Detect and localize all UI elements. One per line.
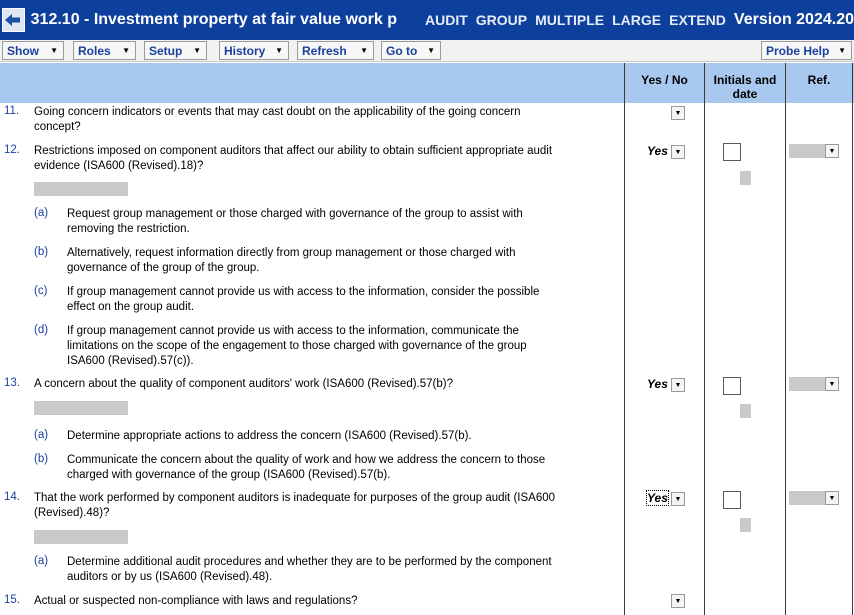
refresh-menu[interactable]: Refresh ▼ [297, 41, 374, 60]
question-number: 14. [4, 491, 20, 503]
question-number: 11. [4, 105, 20, 117]
initials-header-line1: Initials and [713, 73, 777, 87]
date-field[interactable] [740, 404, 751, 418]
yes-no-dropdown[interactable]: ▼ [671, 378, 685, 392]
answer-value[interactable]: Yes [647, 377, 668, 391]
yes-no-dropdown[interactable]: ▼ [671, 492, 685, 506]
triangle-down-icon: ▼ [838, 46, 846, 55]
answer-value[interactable]: Yes [647, 144, 668, 158]
ref-field[interactable] [789, 144, 825, 158]
triangle-down-icon: ▼ [674, 381, 682, 389]
probe-help-menu[interactable]: Probe Help ▼ [761, 41, 852, 60]
sub-item-text: If group management cannot provide us wi… [67, 286, 540, 313]
version-label: Version 2024.20 [733, 11, 854, 28]
show-menu[interactable]: Show ▼ [2, 41, 64, 60]
tag-extend: EXTEND [669, 12, 726, 28]
refresh-menu-label: Refresh [302, 43, 347, 58]
question-text: Actual or suspected non-compliance with … [34, 595, 358, 607]
tag-large: LARGE [612, 12, 662, 28]
probe-help-label: Probe Help [766, 43, 830, 58]
history-menu-label: History [224, 43, 266, 58]
menu-bar: Show ▼ Roles ▼ Setup ▼ History ▼ Refresh ▼ Go… [0, 40, 854, 62]
title-bar: 312.10 - Investment property at fair val… [0, 0, 854, 40]
ref-header: Ref. [807, 73, 831, 87]
show-menu-label: Show [7, 43, 39, 58]
tag-audit: AUDIT [425, 12, 468, 28]
roles-menu-label: Roles [78, 43, 111, 58]
sub-item-text: If group management cannot provide us wi… [67, 325, 527, 367]
triangle-down-icon: ▼ [674, 495, 682, 503]
column-divider [785, 63, 786, 615]
sub-item-letter: (a) [34, 429, 49, 441]
yes-no-dropdown[interactable]: ▼ [671, 594, 685, 608]
question-number: 12. [4, 144, 20, 156]
initials-header: Initials and date [705, 63, 785, 103]
date-field[interactable] [740, 518, 751, 532]
yes-no-dropdown[interactable]: ▼ [671, 145, 685, 159]
column-header-row: Yes / No Initials and date Ref. [0, 63, 854, 103]
triangle-down-icon: ▼ [193, 46, 201, 55]
sub-item-text: Request group management or those charge… [67, 208, 523, 235]
sub-item-text: Determine appropriate actions to address… [67, 430, 472, 442]
sub-item-letter: (d) [34, 324, 49, 336]
setup-menu-label: Setup [149, 43, 183, 58]
column-divider [852, 63, 853, 615]
question-text: Going concern indicators or events that … [34, 106, 521, 133]
sub-item-text: Determine additional audit procedures an… [67, 556, 552, 583]
back-arrow-icon[interactable] [2, 8, 25, 32]
setup-menu[interactable]: Setup ▼ [144, 41, 207, 60]
ref-dropdown[interactable]: ▼ [825, 377, 839, 391]
roles-menu[interactable]: Roles ▼ [73, 41, 136, 60]
question-number: 15. [4, 594, 20, 606]
sub-item-text: Communicate the concern about the qualit… [67, 454, 546, 481]
column-divider [704, 63, 705, 615]
response-field[interactable] [34, 182, 128, 196]
column-divider [624, 63, 625, 615]
triangle-down-icon: ▼ [122, 46, 130, 55]
initials-checkbox[interactable] [723, 143, 741, 161]
history-menu[interactable]: History ▼ [219, 41, 289, 60]
answer-value[interactable]: Yes [646, 490, 669, 506]
triangle-down-icon: ▼ [360, 46, 368, 55]
initials-checkbox[interactable] [723, 491, 741, 509]
question-text: Restrictions imposed on component audito… [34, 145, 553, 172]
triangle-down-icon: ▼ [828, 147, 836, 155]
triangle-down-icon: ▼ [50, 46, 58, 55]
ref-dropdown[interactable]: ▼ [825, 144, 839, 158]
tag-multiple: MULTIPLE [535, 12, 605, 28]
sub-item-letter: (a) [34, 207, 49, 219]
triangle-down-icon: ▼ [427, 46, 435, 55]
response-field[interactable] [34, 401, 128, 415]
triangle-down-icon: ▼ [674, 109, 682, 117]
ref-dropdown[interactable]: ▼ [825, 491, 839, 505]
sub-item-letter: (b) [34, 453, 49, 465]
initials-checkbox[interactable] [723, 377, 741, 395]
question-number: 13. [4, 377, 20, 389]
date-field[interactable] [740, 171, 751, 185]
triangle-down-icon: ▼ [828, 380, 836, 388]
question-text: A concern about the quality of component… [34, 378, 453, 390]
tag-group: GROUP [475, 12, 528, 28]
engagement-tags: AUDIT GROUP MULTIPLE LARGE EXTEND [425, 12, 726, 28]
goto-menu[interactable]: Go to ▼ [381, 41, 441, 60]
triangle-down-icon: ▼ [674, 148, 682, 156]
goto-menu-label: Go to [386, 43, 418, 58]
sub-item-letter: (a) [34, 555, 49, 567]
sub-item-letter: (c) [34, 285, 48, 297]
initials-header-line2: date [732, 87, 758, 101]
triangle-down-icon: ▼ [674, 597, 682, 605]
yes-no-dropdown[interactable]: ▼ [671, 106, 685, 120]
ref-field[interactable] [789, 491, 825, 505]
triangle-down-icon: ▼ [828, 494, 836, 502]
triangle-down-icon: ▼ [275, 46, 283, 55]
sub-item-letter: (b) [34, 246, 49, 258]
page-title: 312.10 - Investment property at fair val… [30, 11, 398, 28]
ref-field[interactable] [789, 377, 825, 391]
response-field[interactable] [34, 530, 128, 544]
yes-no-header: Yes / No [641, 73, 688, 87]
question-text: That the work performed by component aud… [34, 492, 556, 519]
sub-item-text: Alternatively, request information direc… [67, 247, 516, 274]
